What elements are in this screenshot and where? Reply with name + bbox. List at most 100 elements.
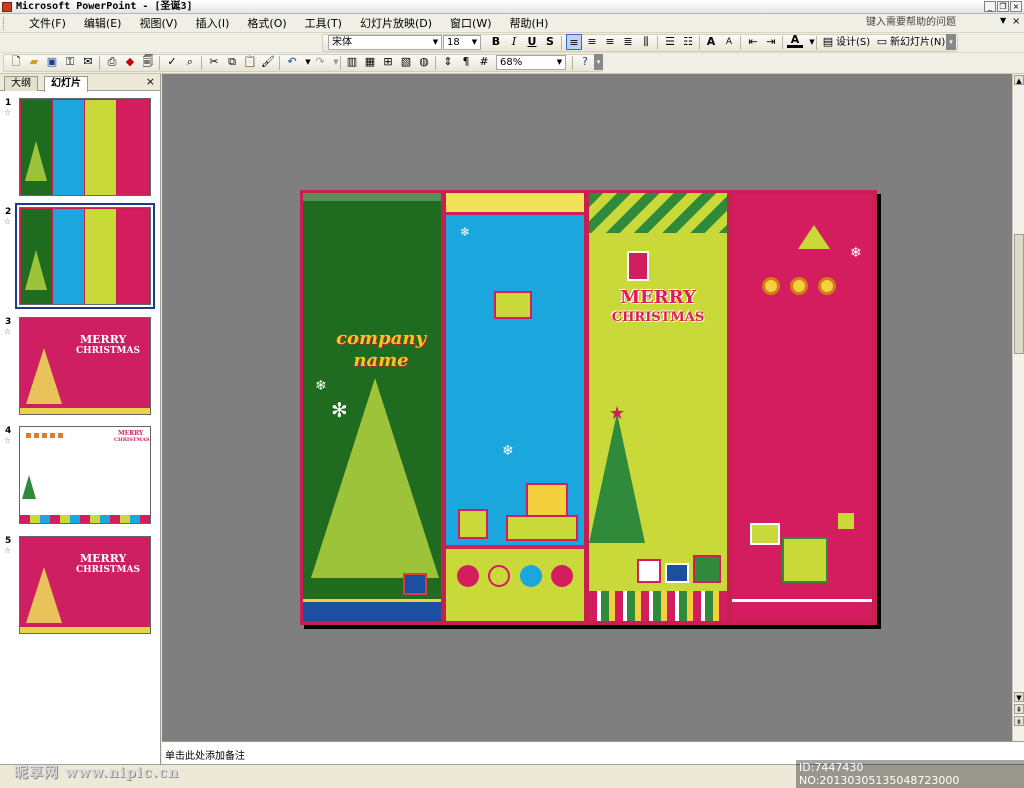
animation-star-icon: ☆ [4, 436, 12, 445]
expand-all-icon[interactable]: ⇕ [440, 54, 456, 70]
numbering-icon[interactable]: ☰ [662, 34, 678, 50]
next-slide-icon[interactable]: ⇟ [1014, 716, 1024, 726]
show-formatting-icon[interactable]: ¶ [458, 54, 474, 70]
scrollbar-thumb[interactable] [1014, 234, 1024, 354]
toolbar-options-icon[interactable]: ▾ [594, 54, 603, 70]
document-close-icon[interactable]: × [1012, 16, 1020, 27]
distribute-icon[interactable]: ⫼ [638, 34, 654, 50]
stocking-icon [627, 251, 649, 281]
separator [201, 56, 202, 70]
vertical-scrollbar[interactable]: ▲ ▼ ⇞ ⇟ [1012, 74, 1024, 741]
copy-icon[interactable]: ⧉ [224, 54, 240, 70]
insert-picture-icon[interactable]: ▧ [398, 54, 414, 70]
justify-icon[interactable]: ≣ [620, 34, 636, 50]
title-bar: Microsoft PowerPoint - [圣诞3] _ ❐ × [0, 0, 1024, 14]
help-icon[interactable]: ? [577, 54, 593, 70]
snowflake-icon: ✻ [331, 398, 348, 422]
menu-bar: 文件(F) 编辑(E) 视图(V) 插入(I) 格式(O) 工具(T) 幻灯片放… [0, 14, 1024, 33]
menu-insert[interactable]: 插入(I) [187, 14, 239, 33]
paste-icon[interactable]: 📋 [242, 54, 258, 70]
previous-slide-icon[interactable]: ⇞ [1014, 704, 1024, 714]
company-line-2: name [353, 350, 409, 371]
align-left-icon[interactable]: ≡ [566, 34, 582, 50]
new-document-icon[interactable]: 🗋 [8, 54, 24, 70]
close-icon[interactable]: × [146, 75, 155, 88]
redo-icon[interactable]: ↷ [312, 54, 328, 70]
standard-toolbar: 🗋 ▰ ▣ ⚿ ✉ ⎙ ◆ 🗐 ✓ ⌕ ✂ ⧉ 📋 🖌 ↶ ▼ ↷ ▼ ▥ ▦ … [0, 53, 1024, 74]
clipart-icon[interactable]: ◍ [416, 54, 432, 70]
separator [279, 56, 280, 70]
company-name-text[interactable]: company name [321, 328, 441, 372]
cut-icon[interactable]: ✂ [206, 54, 222, 70]
insert-chart-icon[interactable]: ▥ [344, 54, 360, 70]
menubar-grip[interactable] [3, 17, 6, 30]
zoom-select[interactable]: 68% ▼ [496, 55, 566, 70]
new-slide-icon: ▭ [876, 35, 888, 48]
merry-christmas-title[interactable]: MERRY CHRISTMAS [589, 288, 727, 328]
underline-button[interactable]: U [524, 34, 540, 50]
separator [572, 56, 573, 70]
font-color-icon[interactable]: A [787, 34, 803, 48]
save-icon[interactable]: ▣ [44, 54, 60, 70]
minimize-button[interactable]: _ [984, 1, 996, 12]
snowflake-icon: ❄ [460, 225, 471, 239]
permission-icon[interactable]: ⚿ [62, 54, 78, 70]
chevron-down-icon[interactable]: ▼ [328, 54, 344, 70]
separator [340, 56, 341, 70]
menu-file[interactable]: 文件(F) [20, 14, 75, 33]
bullets-icon[interactable]: ☷ [680, 34, 696, 50]
merry-word: MERRY [620, 287, 696, 308]
spelling-icon[interactable]: ✓ [164, 54, 180, 70]
decrease-font-icon[interactable]: A [721, 34, 737, 50]
menu-edit[interactable]: 编辑(E) [75, 14, 131, 33]
format-painter-icon[interactable]: 🖌 [260, 54, 276, 70]
notes-placeholder[interactable]: 单击此处添加备注 [165, 747, 245, 762]
print-preview-icon[interactable]: 🗐 [140, 54, 156, 70]
tables-borders-icon[interactable]: ⊞ [380, 54, 396, 70]
tab-slides[interactable]: 幻灯片 [44, 76, 88, 92]
email-icon[interactable]: ✉ [80, 54, 96, 70]
menu-tools[interactable]: 工具(T) [296, 14, 351, 33]
increase-font-icon[interactable]: A [703, 34, 719, 50]
menu-window[interactable]: 窗口(W) [441, 14, 500, 33]
new-slide-button[interactable]: 新幻灯片(N) [890, 36, 945, 50]
undo-icon[interactable]: ↶ [284, 54, 300, 70]
shadow-button[interactable]: S [542, 34, 558, 50]
chevron-down-icon[interactable]: ▼ [804, 34, 820, 50]
scroll-up-icon[interactable]: ▲ [1014, 75, 1024, 85]
menu-slideshow[interactable]: 幻灯片放映(D) [351, 14, 441, 33]
top-pattern [589, 193, 727, 233]
font-size-select[interactable]: 18 ▼ [443, 35, 481, 50]
increase-indent-icon[interactable]: ⇥ [763, 34, 779, 50]
close-button[interactable]: × [1010, 1, 1022, 12]
grid-icon[interactable]: # [476, 54, 492, 70]
open-folder-icon[interactable]: ▰ [26, 54, 42, 70]
current-slide[interactable]: company name ✻ ❄ ❄ ❄ MERRY CHRISTMAS ★ ❄ [300, 190, 877, 625]
design-button[interactable]: 设计(S) [836, 36, 870, 50]
gift-icon [526, 483, 568, 517]
font-name-select[interactable]: 宋体 ▼ [328, 35, 442, 50]
align-right-icon[interactable]: ≡ [602, 34, 618, 50]
scroll-down-icon[interactable]: ▼ [1014, 692, 1024, 702]
print-icon[interactable]: ⎙ [104, 54, 120, 70]
christmas-tree-icon [589, 413, 645, 543]
lime-panel: MERRY CHRISTMAS ★ [589, 193, 727, 621]
menu-help[interactable]: 帮助(H) [501, 14, 558, 33]
merry-text: MERRY [80, 552, 127, 565]
window-title: Microsoft PowerPoint - [圣诞3] [16, 1, 193, 12]
italic-button[interactable]: I [506, 34, 522, 50]
pdf-icon[interactable]: ◆ [122, 54, 138, 70]
restore-button[interactable]: ❐ [997, 1, 1009, 12]
tab-outline[interactable]: 大纲 [4, 76, 38, 91]
help-dropdown-icon[interactable]: ▼ [1000, 16, 1006, 25]
powerpoint-icon [2, 2, 12, 12]
decrease-indent-icon[interactable]: ⇤ [745, 34, 761, 50]
bold-button[interactable]: B [488, 34, 504, 50]
menu-format[interactable]: 格式(O) [238, 14, 295, 33]
research-icon[interactable]: ⌕ [182, 54, 198, 70]
help-search-input[interactable]: 键入需要帮助的问题 [866, 16, 1006, 30]
align-center-icon[interactable]: ≡ [584, 34, 600, 50]
toolbar-options-icon[interactable]: ▾ [946, 34, 956, 50]
insert-table-icon[interactable]: ▦ [362, 54, 378, 70]
menu-view[interactable]: 视图(V) [130, 14, 186, 33]
